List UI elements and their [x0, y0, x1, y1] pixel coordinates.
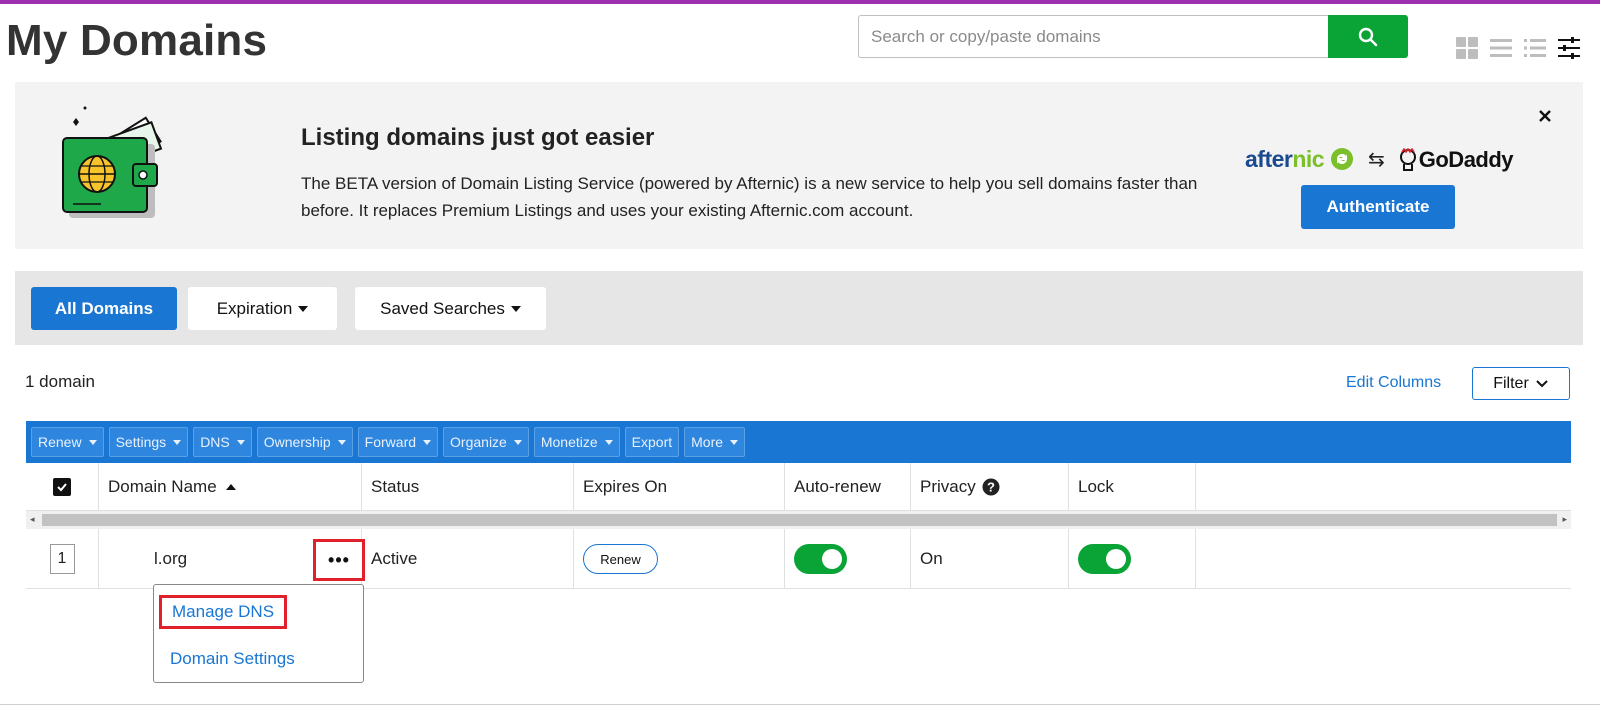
action-renew-button[interactable]: Renew	[31, 427, 104, 457]
afternic-swirl-icon	[1330, 148, 1353, 170]
domain-name[interactable]: l.org	[154, 549, 187, 569]
lock-cell	[1069, 529, 1196, 589]
column-status[interactable]: Status	[362, 463, 574, 511]
action-settings-button[interactable]: Settings	[108, 427, 189, 457]
chevron-down-icon	[88, 439, 97, 445]
afternic-logo: afternic	[1245, 146, 1354, 173]
sort-ascending-icon	[225, 484, 236, 490]
expires-cell: Renew	[574, 529, 785, 589]
column-domain-name[interactable]: Domain Name	[99, 463, 362, 511]
action-monetize-button[interactable]: Monetize	[533, 427, 620, 457]
saved-searches-dropdown[interactable]: Saved Searches	[355, 287, 546, 330]
chevron-down-icon	[604, 439, 613, 445]
action-more-button[interactable]: More	[684, 427, 746, 457]
search-button[interactable]	[1328, 15, 1408, 58]
chevron-down-icon	[236, 439, 245, 445]
domains-table: Domain Name Status Expires On Auto-renew…	[26, 463, 1571, 589]
status-value: Active	[362, 529, 574, 589]
action-export-button[interactable]: Export	[624, 427, 680, 457]
action-organize-button[interactable]: Organize	[443, 427, 529, 457]
banner-title: Listing domains just got easier	[301, 124, 655, 151]
lock-toggle[interactable]	[1078, 544, 1131, 574]
swap-arrows-icon: ⇆	[1367, 149, 1385, 171]
menu-item-manage-dns[interactable]: Manage DNS	[159, 595, 288, 629]
row-number[interactable]: 1	[49, 544, 75, 574]
top-accent-bar	[0, 0, 1600, 4]
domain-filter-bar: All Domains Expiration Saved Searches	[15, 271, 1583, 345]
chevron-down-icon	[510, 305, 521, 312]
list-view-icon[interactable]	[1489, 36, 1513, 60]
afternic-promo-banner: Listing domains just got easier The BETA…	[15, 82, 1583, 249]
view-switcher	[1455, 36, 1581, 60]
column-lock[interactable]: Lock	[1069, 463, 1196, 511]
all-domains-tab[interactable]: All Domains	[31, 287, 177, 330]
authenticate-button[interactable]: Authenticate	[1301, 185, 1455, 229]
column-expires-on[interactable]: Expires On	[574, 463, 785, 511]
renew-button[interactable]: Renew	[583, 544, 658, 574]
close-icon[interactable]	[1535, 106, 1555, 126]
scroll-left-icon[interactable]: ◂	[30, 514, 35, 525]
column-auto-renew[interactable]: Auto-renew	[785, 463, 911, 511]
godaddy-mascot-icon	[1399, 147, 1416, 171]
edit-columns-link[interactable]: Edit Columns	[1346, 374, 1441, 392]
auto-renew-toggle[interactable]	[794, 544, 847, 574]
page-title: My Domains	[6, 16, 268, 65]
action-ownership-button[interactable]: Ownership	[256, 427, 353, 457]
select-all-cell	[26, 463, 99, 511]
scroll-right-icon[interactable]: ▸	[1562, 514, 1567, 525]
table-row: 1 l.org ••• Active Renew On	[26, 529, 1571, 589]
bullet-list-view-icon[interactable]	[1523, 36, 1547, 60]
search-input[interactable]	[858, 15, 1328, 58]
godaddy-logo: GoDaddy	[1399, 147, 1514, 173]
horizontal-scrollbar[interactable]: ◂ ▸	[26, 511, 1571, 529]
filter-button[interactable]: Filter	[1472, 367, 1570, 400]
chevron-down-icon	[1536, 379, 1548, 387]
svg-text:?: ?	[987, 480, 995, 495]
menu-item-domain-settings[interactable]: Domain Settings	[170, 649, 295, 669]
row-actions-menu: Manage DNS Domain Settings	[153, 584, 364, 683]
chevron-down-icon	[423, 439, 432, 445]
scroll-thumb[interactable]	[42, 514, 1557, 526]
search-icon	[1358, 27, 1378, 46]
row-number-cell: 1	[26, 529, 99, 589]
action-dns-button[interactable]: DNS	[193, 427, 252, 457]
chevron-down-icon	[298, 305, 309, 312]
banner-description: The BETA version of Domain Listing Servi…	[301, 174, 1198, 220]
select-all-checkbox[interactable]	[53, 478, 71, 496]
bulk-action-toolbar: Renew Settings DNS Ownership Forward Organize…	[26, 421, 1571, 463]
auto-renew-cell	[785, 529, 911, 589]
expiration-dropdown[interactable]: Expiration	[188, 287, 337, 330]
divider	[0, 704, 1600, 705]
help-icon[interactable]: ?	[982, 478, 1000, 496]
chevron-down-icon	[513, 439, 522, 445]
partner-logos: afternic ⇆ GoDaddy	[1245, 146, 1514, 173]
more-actions-button[interactable]: •••	[313, 539, 365, 581]
chevron-down-icon	[337, 439, 346, 445]
chevron-down-icon	[173, 439, 182, 445]
domain-count: 1 domain	[25, 372, 95, 391]
action-forward-button[interactable]: Forward	[357, 427, 439, 457]
column-privacy[interactable]: Privacy ?	[911, 463, 1069, 511]
chevron-down-icon	[730, 439, 739, 445]
grid-view-icon[interactable]	[1455, 36, 1479, 60]
wallet-illustration	[62, 106, 163, 218]
settings-sliders-icon[interactable]	[1557, 36, 1581, 60]
domain-search	[858, 15, 1408, 58]
table-header: Domain Name Status Expires On Auto-renew…	[26, 463, 1571, 511]
privacy-value: On	[911, 529, 1069, 589]
